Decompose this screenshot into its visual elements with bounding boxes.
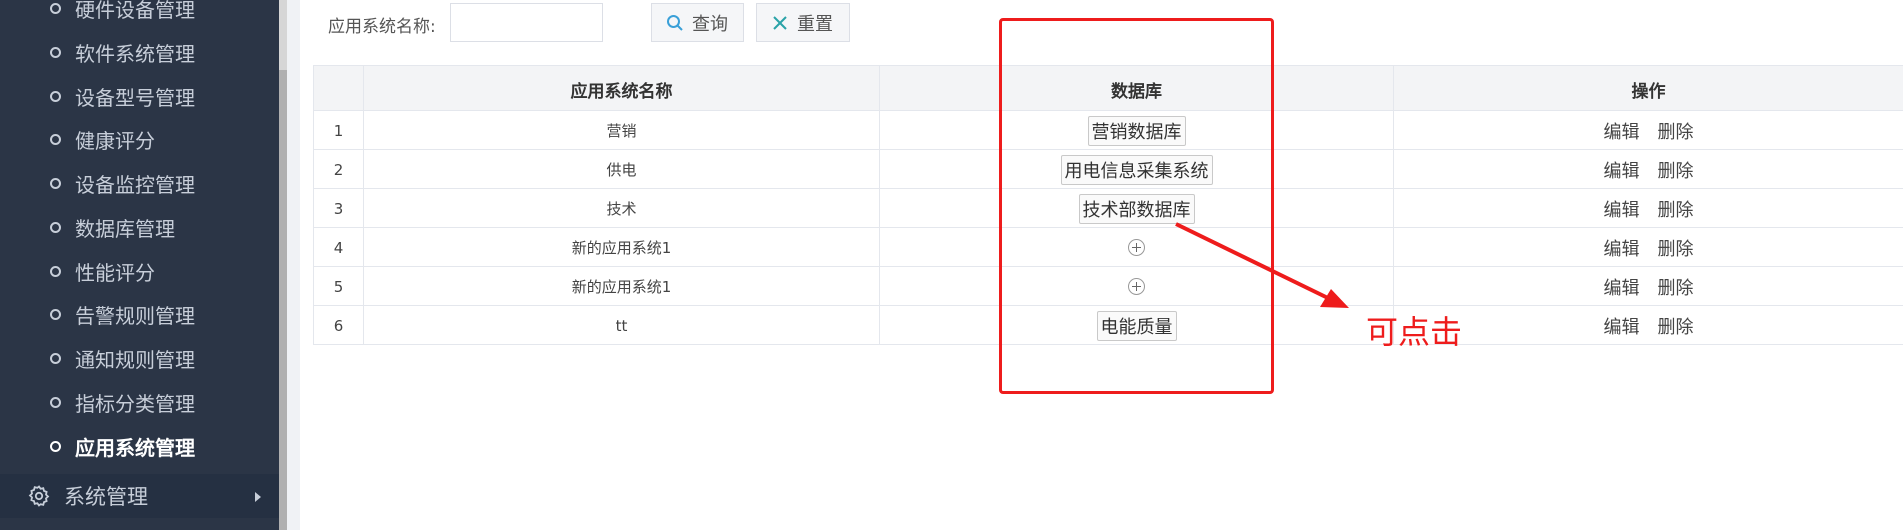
annotation-label: 可点击 (1366, 313, 1463, 351)
annotation-arrow-icon (1175, 222, 1349, 308)
app-root: 硬件设备管理 软件系统管理 设备型号管理 健康评分 设备监控管理 数据库管理 性… (0, 0, 1903, 530)
